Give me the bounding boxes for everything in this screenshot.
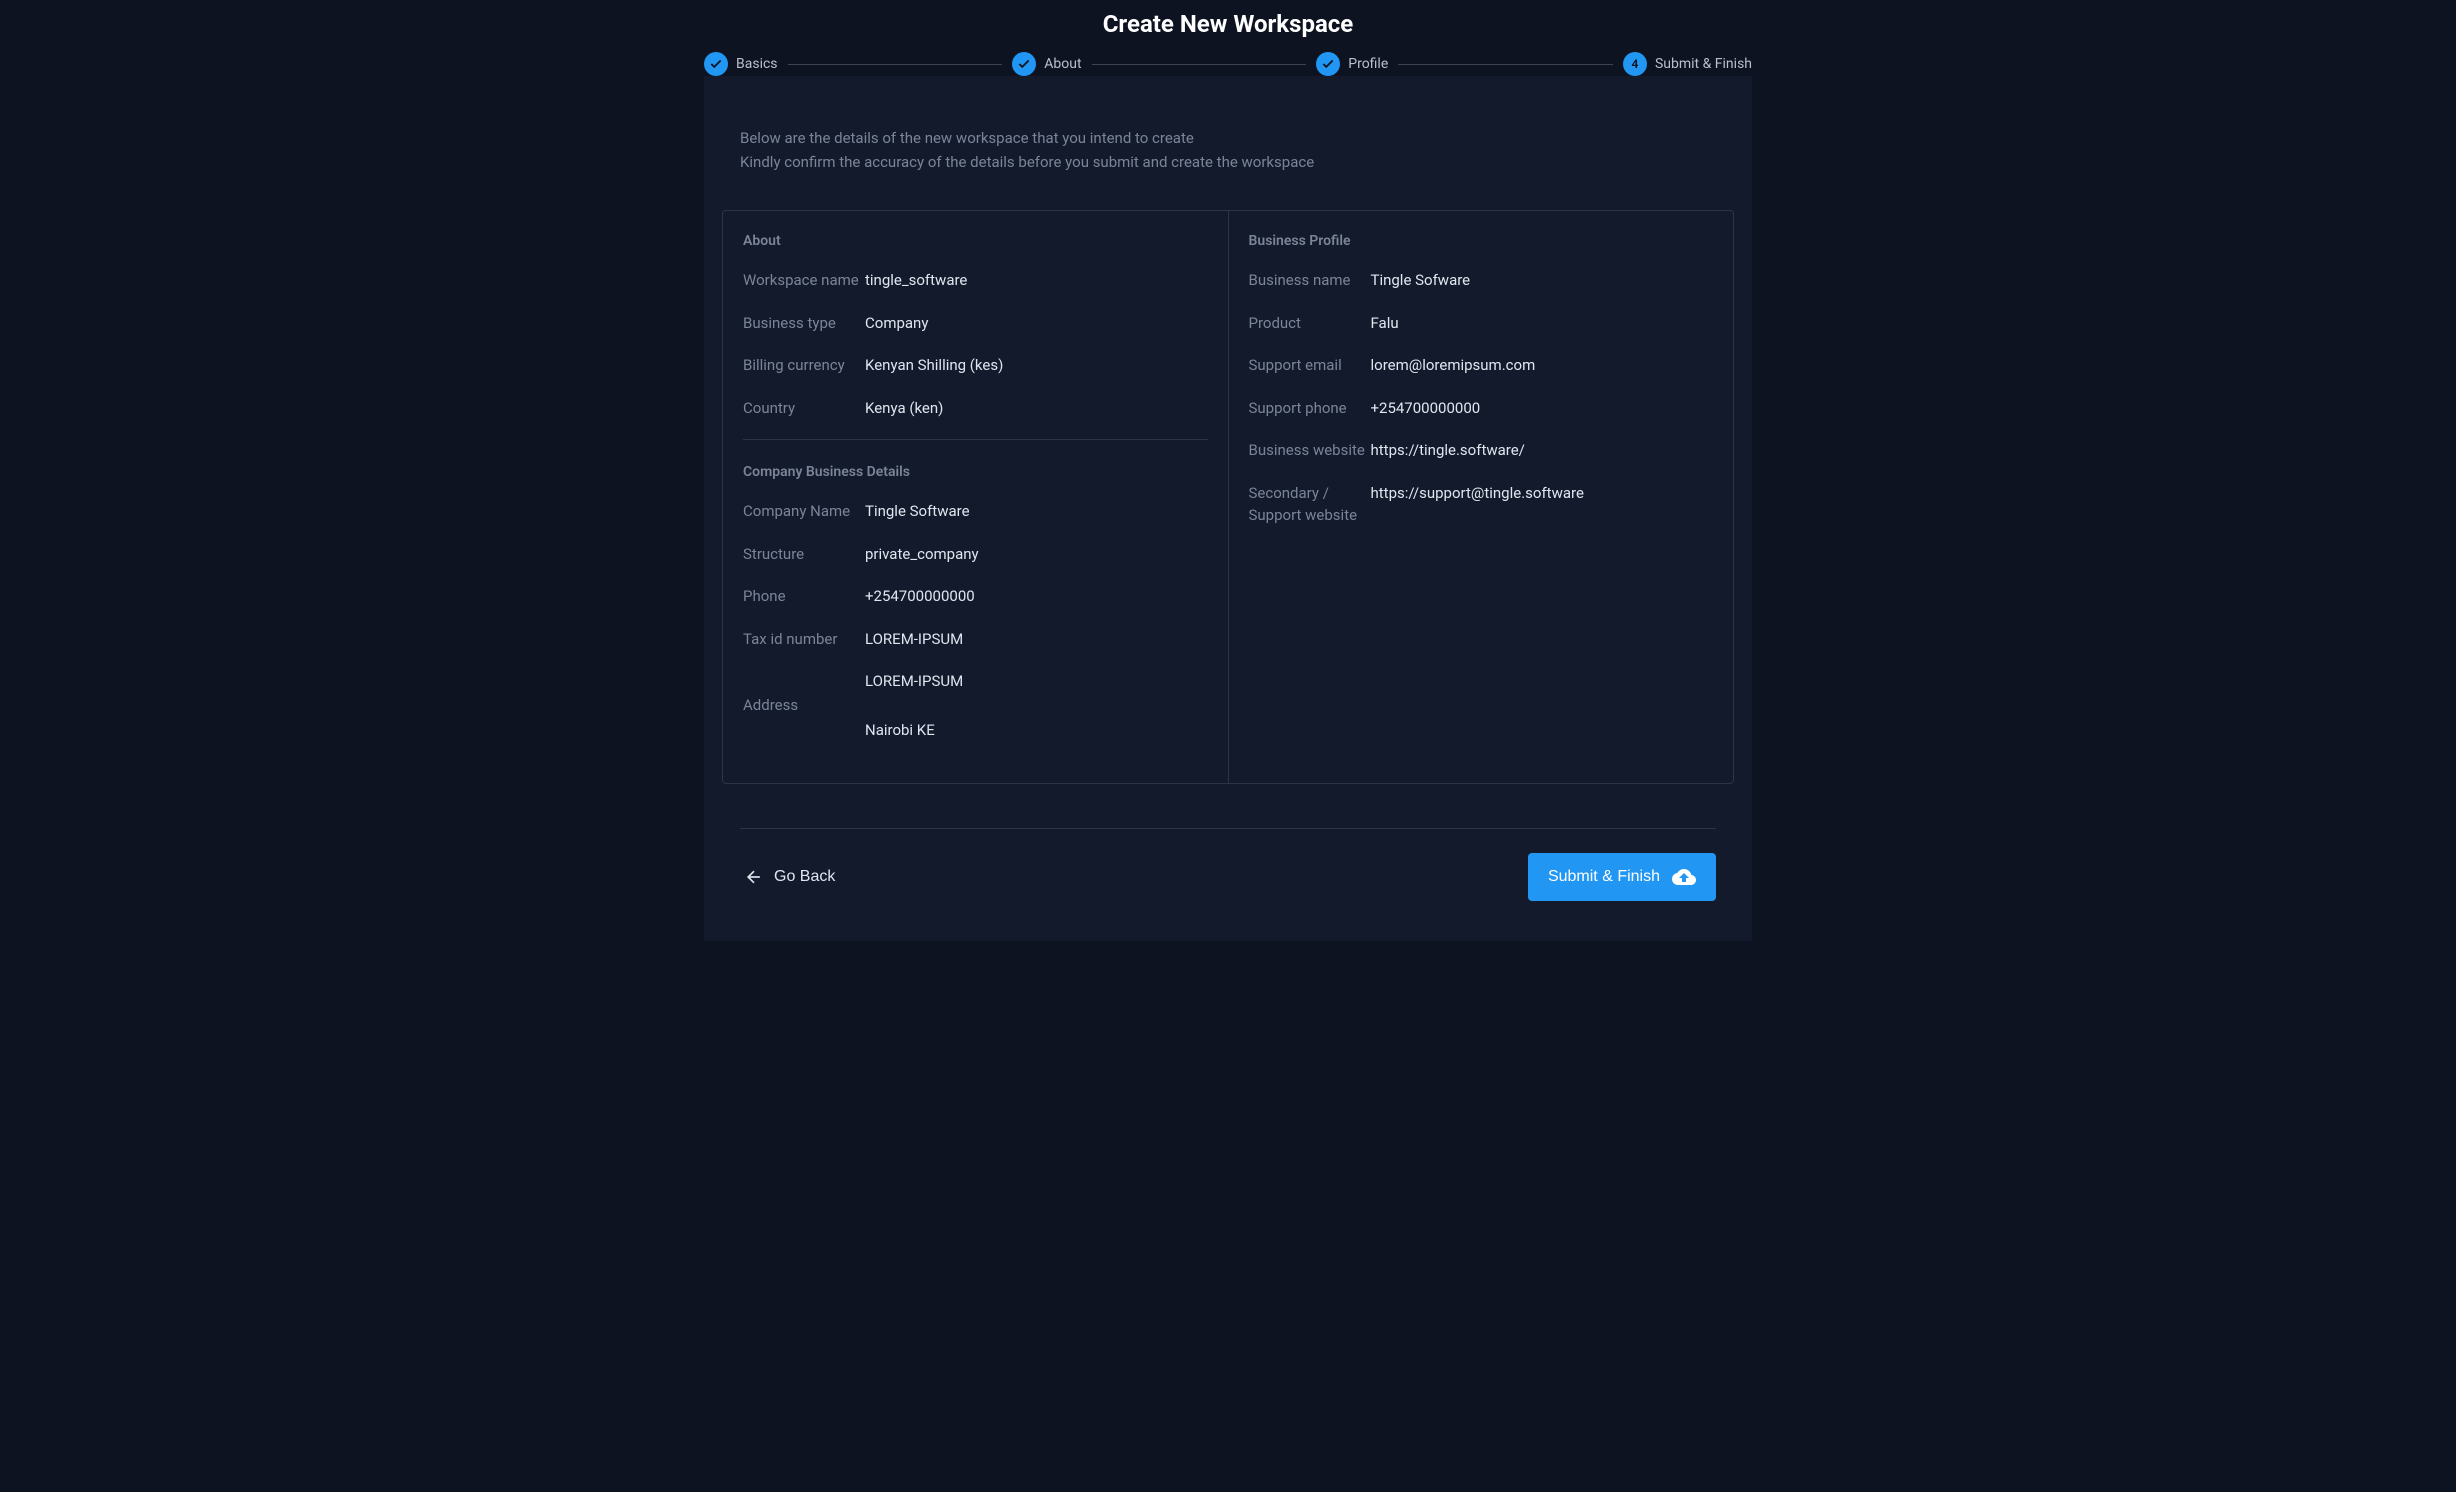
step-number: 4	[1623, 52, 1647, 76]
field-label: Business website	[1249, 439, 1371, 462]
divider	[743, 439, 1208, 440]
field-label: Address	[743, 694, 865, 717]
go-back-button[interactable]: Go Back	[740, 859, 839, 895]
arrow-left-icon	[744, 867, 764, 887]
field-label: Business name	[1249, 269, 1371, 292]
step-submit[interactable]: 4 Submit & Finish	[1623, 52, 1752, 76]
field-value: https://tingle.software/	[1371, 439, 1525, 462]
step-label: Basics	[736, 56, 778, 72]
about-heading: About	[743, 233, 1208, 249]
content-panel: Below are the details of the new workspa…	[704, 76, 1752, 941]
field-workspace-name: Workspace name tingle_software	[743, 269, 1208, 292]
check-icon	[1316, 52, 1340, 76]
field-label: Company Name	[743, 500, 865, 523]
stepper: Basics About Profile 4 Submit & Finish	[704, 52, 1752, 76]
field-value: private_company	[865, 543, 979, 566]
field-phone: Phone +254700000000	[743, 585, 1208, 608]
field-value: Kenyan Shilling (kes)	[865, 354, 1003, 377]
details-right-col: Business Profile Business name Tingle So…	[1229, 211, 1734, 783]
step-line	[788, 64, 1003, 65]
step-line	[1092, 64, 1307, 65]
field-label: Product	[1249, 312, 1371, 335]
field-structure: Structure private_company	[743, 543, 1208, 566]
field-label: Secondary / Support website	[1249, 482, 1371, 527]
field-label: Phone	[743, 585, 865, 608]
step-line	[1398, 64, 1613, 65]
intro-text: Below are the details of the new workspa…	[740, 126, 1734, 174]
check-icon	[1012, 52, 1036, 76]
field-support-phone: Support phone +254700000000	[1249, 397, 1714, 420]
intro-line-1: Below are the details of the new workspa…	[740, 126, 1734, 150]
field-label: Support phone	[1249, 397, 1371, 420]
field-value: Company	[865, 312, 928, 335]
field-business-type: Business type Company	[743, 312, 1208, 335]
cloud-upload-icon	[1672, 865, 1696, 889]
field-label: Workspace name	[743, 269, 865, 292]
field-value: LOREM-IPSUM	[865, 628, 963, 651]
details-left-col: About Workspace name tingle_software Bus…	[723, 211, 1229, 783]
field-label: Billing currency	[743, 354, 865, 377]
field-tax-id: Tax id number LOREM-IPSUM	[743, 628, 1208, 651]
field-support-email: Support email lorem@loremipsum.com	[1249, 354, 1714, 377]
profile-heading: Business Profile	[1249, 233, 1714, 249]
field-value: Falu	[1371, 312, 1399, 335]
submit-finish-button[interactable]: Submit & Finish	[1528, 853, 1716, 901]
footer-buttons: Go Back Submit & Finish	[722, 829, 1734, 901]
page-title: Create New Workspace	[704, 10, 1752, 38]
field-value: tingle_software	[865, 269, 967, 292]
field-support-website: Secondary / Support website https://supp…	[1249, 482, 1714, 527]
field-product: Product Falu	[1249, 312, 1714, 335]
field-value: Tingle Software	[865, 500, 970, 523]
field-value: +254700000000	[865, 585, 975, 608]
field-value: +254700000000	[1371, 397, 1481, 420]
step-label: Profile	[1348, 56, 1388, 72]
company-heading: Company Business Details	[743, 464, 1208, 480]
submit-label: Submit & Finish	[1548, 868, 1660, 886]
step-profile[interactable]: Profile	[1316, 52, 1388, 76]
step-label: Submit & Finish	[1655, 56, 1752, 72]
check-icon	[704, 52, 728, 76]
field-value: Tingle Sofware	[1371, 269, 1471, 292]
field-value: Kenya (ken)	[865, 397, 943, 420]
step-about[interactable]: About	[1012, 52, 1081, 76]
field-label: Country	[743, 397, 865, 420]
field-label: Support email	[1249, 354, 1371, 377]
address-line-1: LOREM-IPSUM	[865, 670, 963, 693]
field-billing-currency: Billing currency Kenyan Shilling (kes)	[743, 354, 1208, 377]
go-back-label: Go Back	[774, 868, 835, 886]
details-grid: About Workspace name tingle_software Bus…	[722, 210, 1734, 784]
field-business-name: Business name Tingle Sofware	[1249, 269, 1714, 292]
step-label: About	[1044, 56, 1081, 72]
field-address: Address LOREM-IPSUM Nairobi KE	[743, 670, 1208, 741]
address-line-2: Nairobi KE	[865, 719, 963, 742]
field-company-name: Company Name Tingle Software	[743, 500, 1208, 523]
field-value: lorem@loremipsum.com	[1371, 354, 1536, 377]
field-country: Country Kenya (ken)	[743, 397, 1208, 420]
field-business-website: Business website https://tingle.software…	[1249, 439, 1714, 462]
field-label: Structure	[743, 543, 865, 566]
field-label: Tax id number	[743, 628, 865, 651]
step-basics[interactable]: Basics	[704, 52, 778, 76]
intro-line-2: Kindly confirm the accuracy of the detai…	[740, 150, 1734, 174]
field-value: LOREM-IPSUM Nairobi KE	[865, 670, 963, 741]
field-value: https://support@tingle.software	[1371, 482, 1584, 527]
field-label: Business type	[743, 312, 865, 335]
